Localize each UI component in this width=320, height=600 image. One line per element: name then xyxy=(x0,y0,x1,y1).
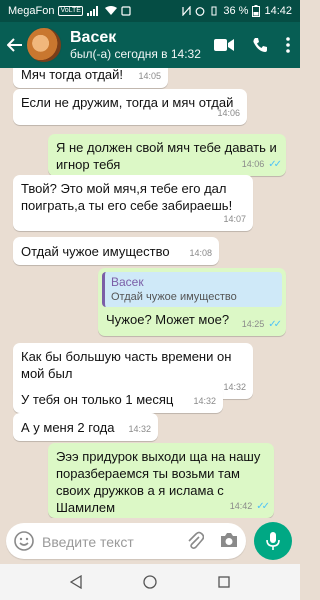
alarm-icon xyxy=(195,6,205,16)
message-text: Как бы большую часть времени он мой был xyxy=(21,349,232,381)
mic-icon xyxy=(266,531,280,551)
avatar[interactable] xyxy=(26,27,62,63)
nav-recents-icon[interactable] xyxy=(217,576,230,588)
contact-name: Васек xyxy=(70,28,117,46)
message-time: 14:25 xyxy=(241,319,265,329)
message-text: А у меня 2 года xyxy=(21,420,115,435)
quoted-message[interactable]: Васек Отдай чужое имущество xyxy=(102,272,282,307)
message-time: 14:07 xyxy=(223,214,246,224)
video-call-icon[interactable] xyxy=(214,38,234,52)
battery-icon xyxy=(252,5,261,17)
message-text: Твой? Это мой мяч,я тебе его дал поиграт… xyxy=(21,181,233,213)
mic-button[interactable] xyxy=(254,522,292,560)
message-input-container xyxy=(6,523,246,559)
message-text: Если не дружим, тогда и мяч отдай xyxy=(21,95,234,110)
quoted-text: Отдай чужое имущество xyxy=(111,291,237,303)
message-time: 14:05 xyxy=(138,71,161,81)
nav-back-icon[interactable] xyxy=(70,575,82,589)
status-time: 14:42 xyxy=(264,5,292,17)
message-time: 14:08 xyxy=(189,248,212,258)
system-nav-bar xyxy=(0,564,300,600)
message-input[interactable] xyxy=(40,531,184,553)
message-incoming[interactable]: У тебя он только 1 месяц 14:32 xyxy=(13,385,223,413)
last-seen-status: был(-а) сегодня в 14:32 xyxy=(70,46,201,61)
message-outgoing[interactable]: Я не должен свой мяч тебе давать и игнор… xyxy=(48,134,286,176)
nav-home-icon[interactable] xyxy=(143,575,157,589)
phone-icon[interactable] xyxy=(252,37,268,53)
carrier-name: MegaFon xyxy=(8,5,55,17)
message-incoming[interactable]: Мяч тогда отдай! 14:05 xyxy=(13,68,168,88)
signal-icon xyxy=(86,6,101,16)
chat-header: Васек был(-а) сегодня в 14:32 xyxy=(0,22,300,68)
read-ticks-icon: ✓✓ xyxy=(256,501,270,512)
message-time: 14:06 xyxy=(217,108,240,118)
read-ticks-icon: ✓✓ xyxy=(268,159,282,170)
message-incoming[interactable]: Твой? Это мой мяч,я тебе его дал поиграт… xyxy=(13,175,253,231)
vibrate-icon xyxy=(209,6,219,16)
message-time: 14:32 xyxy=(128,424,151,434)
nfc-icon xyxy=(182,6,191,16)
volte-badge: VoLTE xyxy=(58,6,83,16)
chat-area[interactable]: Мяч тогда отдай! 14:05 Если не дружим, т… xyxy=(0,68,300,518)
message-text: Мяч тогда отдай! xyxy=(21,68,124,82)
attach-icon[interactable] xyxy=(186,531,204,551)
message-time: 14:42 xyxy=(229,501,253,511)
read-ticks-icon: ✓✓ xyxy=(268,319,282,330)
message-text: Отдай чужое имущество xyxy=(21,244,170,259)
message-time: 14:32 xyxy=(193,396,216,406)
message-time: 14:06 xyxy=(241,159,265,169)
status-bar: MegaFon VoLTE 36 % 14:42 xyxy=(0,0,300,22)
back-arrow-icon[interactable] xyxy=(4,37,26,53)
message-outgoing-reply[interactable]: Васек Отдай чужое имущество Чужое? Может… xyxy=(98,268,286,336)
battery-percent: 36 % xyxy=(223,5,249,17)
message-incoming[interactable]: Отдай чужое имущество 14:08 xyxy=(13,237,219,265)
menu-dots-icon[interactable] xyxy=(286,37,290,53)
message-outgoing[interactable]: Эээ придурок выходи ща на нашу поразбера… xyxy=(48,443,274,518)
camera-icon[interactable] xyxy=(219,531,239,549)
quoted-author: Васек xyxy=(111,275,144,289)
message-incoming[interactable]: Если не дружим, тогда и мяч отдай 14:06 xyxy=(13,89,247,125)
message-text: У тебя он только 1 месяц xyxy=(21,392,174,407)
emoji-icon[interactable] xyxy=(14,531,34,551)
message-incoming[interactable]: А у меня 2 года 14:32 xyxy=(13,413,158,441)
compose-bar xyxy=(0,518,300,564)
message-time: 14:32 xyxy=(223,382,246,392)
contact-info[interactable]: Васек был(-а) сегодня в 14:32 xyxy=(70,29,201,62)
notification-icon xyxy=(121,6,131,16)
message-text: Чужое? Может мое? xyxy=(106,312,230,327)
wifi-icon xyxy=(104,6,117,16)
